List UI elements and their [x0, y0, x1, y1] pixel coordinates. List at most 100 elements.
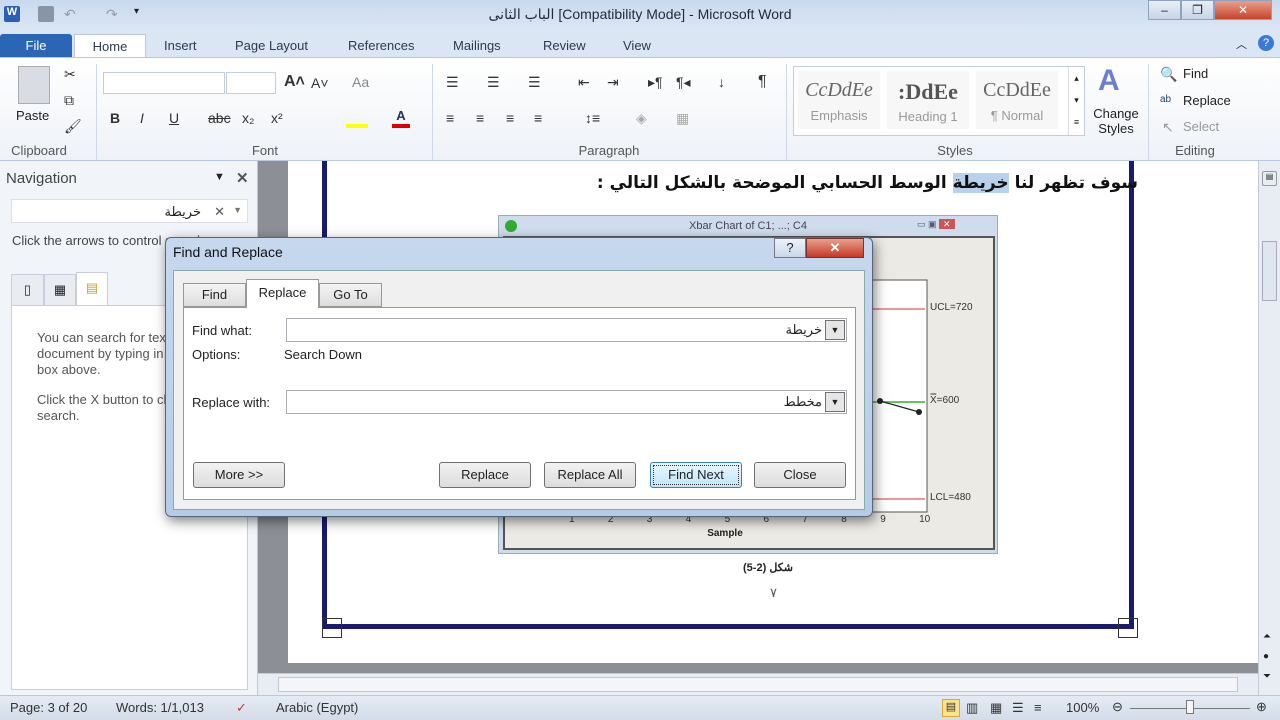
shrink-font-button[interactable]: A˅ — [311, 75, 329, 91]
minimize-button[interactable]: – — [1148, 0, 1181, 20]
tab-home[interactable]: Home — [74, 34, 146, 57]
font-size-combo[interactable] — [226, 72, 276, 94]
zoom-in-icon[interactable]: ⊕ — [1256, 699, 1267, 715]
language[interactable]: Arabic (Egypt) — [276, 700, 358, 715]
find-button[interactable]: Find — [1183, 66, 1208, 81]
replace-all-button[interactable]: Replace All — [544, 462, 636, 488]
bullets-icon[interactable]: ☰ — [446, 74, 459, 91]
search-dropdown-icon[interactable]: ▼ — [233, 205, 242, 215]
shading-icon[interactable]: ◈ — [636, 110, 647, 127]
find-history-dropdown-icon[interactable]: ▼ — [825, 320, 845, 340]
numbering-icon[interactable]: ☰ — [487, 74, 500, 91]
format-painter-icon[interactable]: 🖌 — [64, 118, 82, 135]
full-screen-icon[interactable]: ▥ — [966, 700, 978, 716]
next-page-icon[interactable]: ⏷ — [1263, 671, 1271, 682]
prev-page-icon[interactable]: ⏶ — [1263, 631, 1271, 642]
pages-tab-icon[interactable]: ▦ — [44, 274, 76, 306]
replace-button[interactable]: Replace — [1183, 93, 1231, 108]
tab-replace[interactable]: Replace — [246, 279, 319, 308]
styles-scroll[interactable]: ▴ ▾ ≡ — [1068, 67, 1084, 135]
strikethrough-button[interactable]: abc — [208, 110, 231, 126]
nav-close-icon[interactable]: ✕ — [236, 169, 249, 187]
close-button[interactable]: ✕ — [1214, 0, 1272, 20]
paste-button[interactable]: Paste — [16, 108, 49, 123]
copy-icon[interactable]: ⧉ — [64, 92, 74, 109]
word-count[interactable]: Words: 1/1,013 — [116, 700, 204, 715]
replace-button-dialog[interactable]: Replace — [439, 462, 531, 488]
minimize-ribbon-icon[interactable]: ︿ — [1236, 36, 1247, 52]
chart-window-controls[interactable]: ▭ ▣ ✕ — [917, 219, 993, 233]
outline-icon[interactable]: ☰ — [1012, 700, 1024, 716]
sort-icon[interactable]: ↓ — [718, 74, 725, 90]
subscript-button[interactable]: x₂ — [242, 110, 254, 126]
more-button[interactable]: More >> — [193, 462, 285, 488]
italic-button[interactable]: I — [140, 110, 144, 126]
highlight-icon[interactable] — [346, 110, 368, 128]
cut-icon[interactable]: ✂ — [64, 66, 76, 83]
dialog-close-button[interactable]: ✕ — [806, 238, 864, 258]
zoom-level[interactable]: 100% — [1066, 700, 1099, 715]
rtl-icon[interactable]: ¶◂ — [676, 74, 691, 91]
align-center-icon[interactable]: ≡ — [476, 110, 484, 126]
clear-search-icon[interactable]: ✕ — [214, 204, 225, 220]
nav-options-icon[interactable]: ▼ — [214, 171, 225, 183]
zoom-out-icon[interactable]: ⊖ — [1112, 699, 1123, 715]
dialog-help-button[interactable]: ? — [774, 238, 806, 258]
tab-find[interactable]: Find — [183, 283, 246, 307]
ruler-toggle-icon[interactable]: ▤ — [1262, 171, 1277, 186]
style-heading-1[interactable]: :DdEe Heading 1 — [887, 71, 969, 129]
find-next-button[interactable]: Find Next — [650, 462, 742, 488]
results-tab-icon[interactable]: ▤ — [76, 272, 108, 306]
page-indicator[interactable]: Page: 3 of 20 — [10, 700, 87, 715]
draft-icon[interactable]: ≡ — [1034, 700, 1042, 715]
help-icon[interactable]: ? — [1258, 35, 1274, 51]
paste-icon[interactable] — [18, 66, 50, 104]
bold-button[interactable]: B — [110, 110, 120, 126]
scroll-thumb[interactable] — [1262, 241, 1277, 301]
browse-object-icon[interactable]: ● — [1263, 651, 1269, 662]
justify-icon[interactable]: ≡ — [534, 110, 542, 126]
decrease-indent-icon[interactable]: ⇤ — [578, 74, 590, 91]
style-normal[interactable]: CcDdEe ¶ Normal — [976, 71, 1058, 129]
replace-with-input[interactable]: مخطط ▼ — [286, 390, 847, 414]
change-case-button[interactable]: Aa — [352, 74, 369, 90]
proofing-icon[interactable]: ✓ — [236, 700, 247, 716]
find-what-input[interactable]: خريطة ▼ — [286, 318, 847, 342]
tab-insert[interactable]: Insert — [152, 34, 209, 57]
show-marks-button[interactable]: ¶ — [758, 73, 767, 91]
zoom-slider-thumb[interactable] — [1186, 700, 1194, 714]
replace-history-dropdown-icon[interactable]: ▼ — [825, 392, 845, 412]
select-button[interactable]: Select — [1183, 119, 1219, 134]
print-layout-icon[interactable]: ▤ — [942, 699, 960, 717]
align-right-icon[interactable]: ≡ — [506, 110, 514, 126]
grow-font-button[interactable]: A˄ — [284, 73, 305, 91]
vertical-scrollbar[interactable]: ▤ ⏶ ● ⏷ — [1258, 161, 1280, 695]
ltr-icon[interactable]: ▸¶ — [648, 74, 663, 91]
h-scroll-thumb[interactable] — [278, 677, 1238, 692]
align-left-icon[interactable]: ≡ — [446, 110, 454, 126]
horizontal-scrollbar[interactable] — [258, 673, 1258, 695]
close-dialog-button[interactable]: Close — [754, 462, 846, 488]
headings-tab-icon[interactable]: ▯ — [11, 274, 44, 306]
increase-indent-icon[interactable]: ⇥ — [607, 74, 619, 91]
tab-view[interactable]: View — [611, 34, 663, 57]
tab-references[interactable]: References — [336, 34, 426, 57]
tab-mailings[interactable]: Mailings — [441, 34, 513, 57]
tab-review[interactable]: Review — [531, 34, 598, 57]
web-layout-icon[interactable]: ▦ — [990, 700, 1002, 716]
change-styles-button[interactable]: Change Styles — [1088, 106, 1144, 136]
superscript-button[interactable]: x² — [271, 110, 283, 126]
tab-page-layout[interactable]: Page Layout — [223, 34, 320, 57]
borders-icon[interactable]: ▦ — [676, 110, 689, 127]
font-name-combo[interactable] — [103, 72, 225, 94]
restore-button[interactable]: ❐ — [1181, 0, 1214, 20]
style-emphasis[interactable]: CcDdEe Emphasis — [798, 71, 880, 129]
nav-search-input[interactable]: خريطة ✕ ▼ — [11, 199, 248, 223]
font-color-icon[interactable]: A — [392, 108, 410, 128]
tab-go-to[interactable]: Go To — [319, 283, 382, 307]
underline-button[interactable]: U — [169, 110, 179, 126]
line-spacing-icon[interactable]: ↕≡ — [585, 110, 600, 126]
change-styles-icon[interactable]: A — [1098, 64, 1120, 98]
tab-file[interactable]: File — [0, 34, 72, 57]
multilevel-list-icon[interactable]: ☰ — [528, 74, 541, 91]
